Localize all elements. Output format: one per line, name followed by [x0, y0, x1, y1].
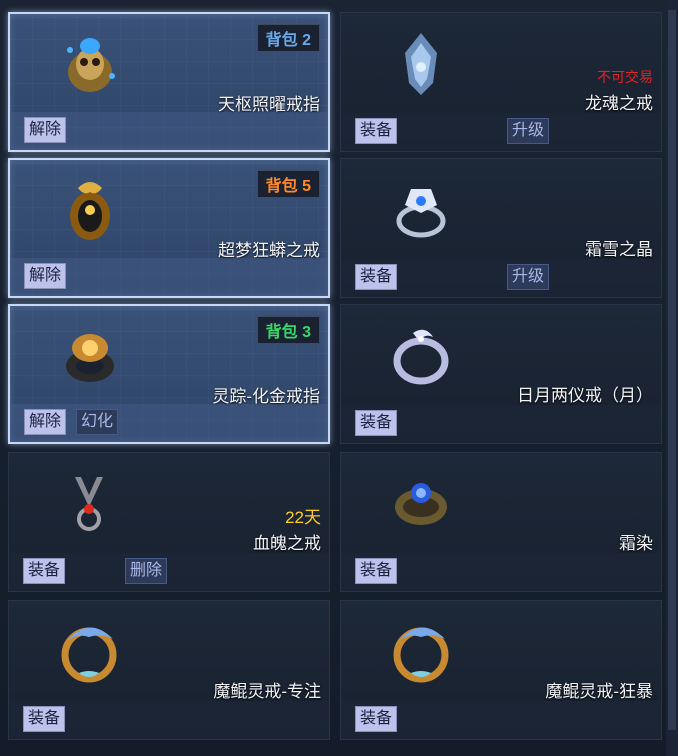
skull-ring-icon — [50, 24, 130, 104]
equip-button[interactable]: 装备 — [355, 706, 398, 732]
serpent-ring-icon — [50, 170, 130, 250]
ring-slot-8[interactable]: 霜染 装备 — [340, 452, 662, 592]
ring-name: 龙魂之戒 — [585, 94, 653, 113]
ring-slot-2[interactable]: 不可交易 龙魂之戒 装备 升级 — [340, 12, 662, 152]
ring-slot-5[interactable]: 背包 3 灵踪-化金戒指 解除 幻化 — [8, 304, 330, 444]
scrollbar[interactable] — [666, 0, 678, 756]
equip-button[interactable]: 装备 — [355, 558, 398, 584]
ring-slot-6[interactable]: 日月两仪戒（月） 装备 — [340, 304, 662, 444]
untradeable-tag: 不可交易 — [597, 69, 653, 85]
ring-name: 霜雪之晶 — [585, 240, 653, 259]
kun-ring-icon — [49, 611, 129, 691]
dragon-ring-icon — [381, 23, 461, 103]
gold-ring-icon — [50, 316, 130, 396]
scrollbar-thumb[interactable] — [668, 10, 676, 730]
delete-button[interactable]: 删除 — [125, 558, 168, 584]
ring-slot-9[interactable]: 魔鲲灵戒-专注 装备 — [8, 600, 330, 740]
backpack-badge: 背包 3 — [256, 316, 320, 344]
moon-ring-icon — [381, 315, 461, 395]
ring-slot-3[interactable]: 背包 5 超梦狂蟒之戒 解除 — [8, 158, 330, 298]
ring-name: 日月两仪戒（月） — [517, 386, 653, 405]
equip-button[interactable]: 装备 — [355, 118, 398, 144]
backpack-badge: 背包 5 — [256, 170, 320, 198]
ring-name: 魔鲲灵戒-狂暴 — [545, 682, 653, 701]
equip-button[interactable]: 装备 — [23, 706, 66, 732]
ring-slot-1[interactable]: 背包 2 天枢照曜戒指 解除 — [8, 12, 330, 152]
unequip-button[interactable]: 解除 — [24, 117, 67, 143]
equip-button[interactable]: 装备 — [355, 410, 398, 436]
equip-button[interactable]: 装备 — [355, 264, 398, 290]
unequip-button[interactable]: 解除 — [24, 409, 67, 435]
ring-name: 霜染 — [619, 534, 653, 553]
ring-name: 血魄之戒 — [253, 534, 321, 553]
upgrade-button[interactable]: 升级 — [507, 264, 550, 290]
ring-slot-7[interactable]: 22天 血魄之戒 装备 删除 — [8, 452, 330, 592]
crystal-ring-icon — [381, 169, 461, 249]
upgrade-button[interactable]: 升级 — [507, 118, 550, 144]
ring-name: 魔鲲灵戒-专注 — [213, 682, 321, 701]
ring-inventory-grid: 背包 2 天枢照曜戒指 解除 不可交易 龙魂之戒 装备 升级 背包 5 超梦狂蟒… — [0, 0, 678, 756]
ring-slot-10[interactable]: 魔鲲灵戒-狂暴 装备 — [340, 600, 662, 740]
blood-ring-icon — [49, 463, 129, 543]
kun-ring-icon — [381, 611, 461, 691]
backpack-badge: 背包 2 — [256, 24, 320, 52]
ring-slot-4[interactable]: 霜雪之晶 装备 升级 — [340, 158, 662, 298]
unequip-button[interactable]: 解除 — [24, 263, 67, 289]
transmog-button[interactable]: 幻化 — [76, 409, 119, 435]
duration-tag: 22天 — [285, 508, 321, 527]
frost-ring-icon — [381, 463, 461, 543]
equip-button[interactable]: 装备 — [23, 558, 66, 584]
